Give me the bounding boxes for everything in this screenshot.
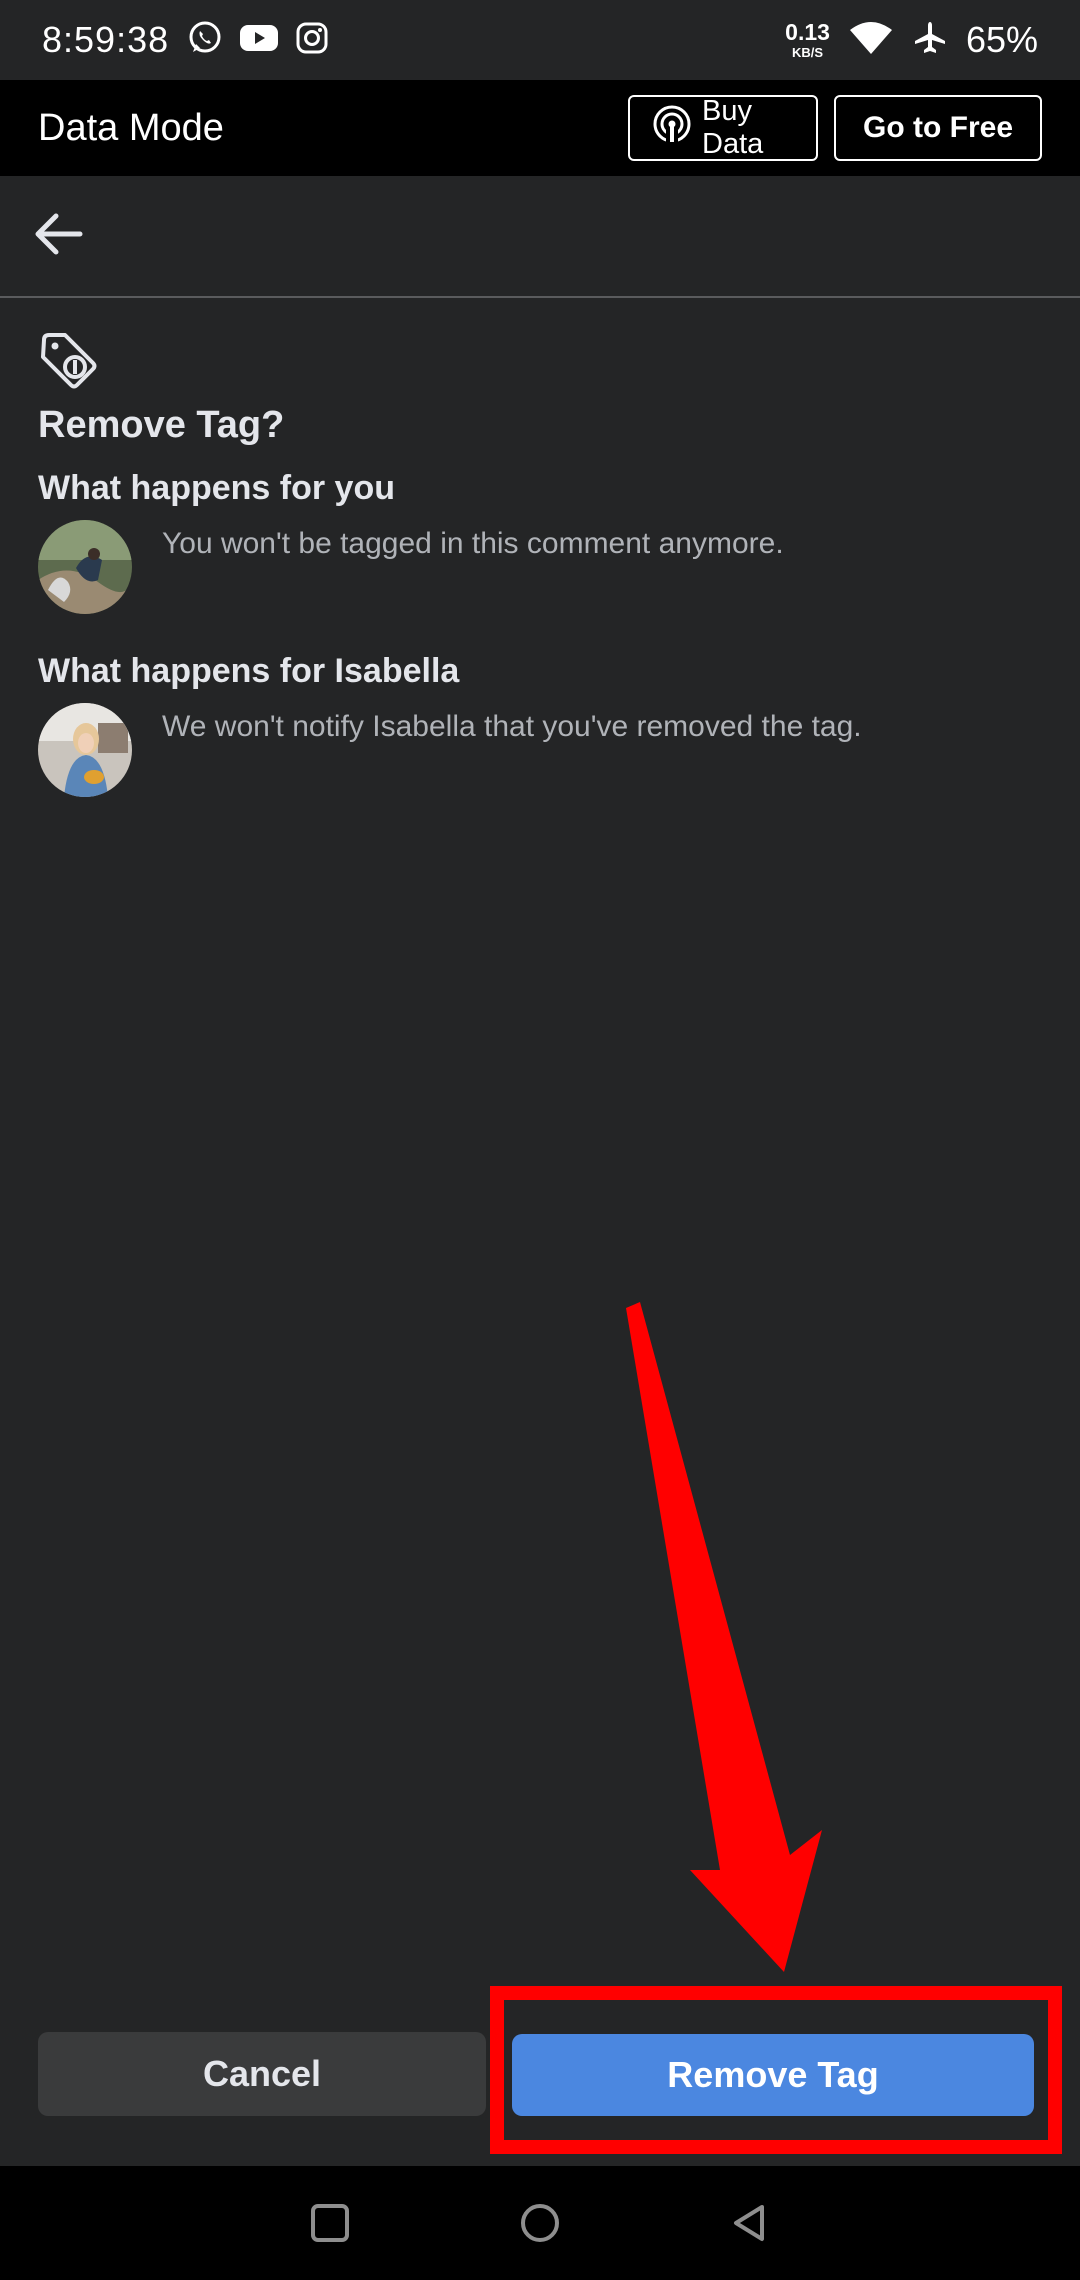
section-heading-you: What happens for you xyxy=(38,469,395,507)
section-you: What happens for you You won't be tagged… xyxy=(38,469,1048,614)
section-heading-isabella: What happens for Isabella xyxy=(38,652,460,690)
back-triangle-icon[interactable] xyxy=(720,2193,780,2253)
home-circle-icon[interactable] xyxy=(510,2193,570,2253)
broadcast-icon xyxy=(652,104,692,152)
data-mode-actions: Buy Data Go to Free xyxy=(628,95,1042,161)
section-row-you: You won't be tagged in this comment anym… xyxy=(38,520,1048,614)
airplane-icon xyxy=(912,20,948,61)
go-to-free-button[interactable]: Go to Free xyxy=(834,95,1042,161)
screen: 8:59:38 0.13 KB/S 65% Data Mode Buy Data… xyxy=(0,0,1080,2280)
status-bar: 8:59:38 0.13 KB/S 65% xyxy=(0,0,1080,80)
status-app-icons xyxy=(187,20,329,61)
isabella-avatar xyxy=(38,703,132,797)
section-text-isabella: We won't notify Isabella that you've rem… xyxy=(162,710,862,743)
section-isabella: What happens for Isabella We won't notif… xyxy=(38,652,1048,797)
wifi-icon xyxy=(848,20,894,61)
recents-square-icon[interactable] xyxy=(300,2193,360,2253)
network-speed-unit: KB/S xyxy=(792,45,824,60)
network-speed: 0.13 KB/S xyxy=(785,19,830,60)
top-nav xyxy=(0,176,1080,298)
back-arrow-icon[interactable] xyxy=(30,206,86,267)
youtube-icon xyxy=(239,22,279,59)
cancel-button[interactable]: Cancel xyxy=(38,2032,486,2116)
section-row-isabella: We won't notify Isabella that you've rem… xyxy=(38,703,1048,797)
user-avatar xyxy=(38,520,132,614)
instagram-icon xyxy=(295,21,329,60)
page-title: Remove Tag? xyxy=(38,404,285,446)
data-mode-bar: Data Mode Buy Data Go to Free xyxy=(0,80,1080,176)
status-right: 0.13 KB/S 65% xyxy=(785,19,1038,61)
network-speed-value: 0.13 xyxy=(785,19,830,45)
buy-data-button[interactable]: Buy Data xyxy=(628,95,818,161)
status-time: 8:59:38 xyxy=(42,19,170,60)
remove-tag-button[interactable]: Remove Tag xyxy=(512,2034,1034,2116)
data-mode-title: Data Mode xyxy=(38,106,224,149)
battery-level: 65% xyxy=(965,19,1038,60)
buy-data-label: Buy Data xyxy=(702,95,764,160)
remove-tag-content: Remove Tag? What happens for you You won… xyxy=(38,330,1048,797)
tag-icon xyxy=(38,330,1048,392)
whatsapp-icon xyxy=(187,20,223,61)
section-text-you: You won't be tagged in this comment anym… xyxy=(162,527,784,560)
system-nav-bar xyxy=(0,2166,1080,2280)
